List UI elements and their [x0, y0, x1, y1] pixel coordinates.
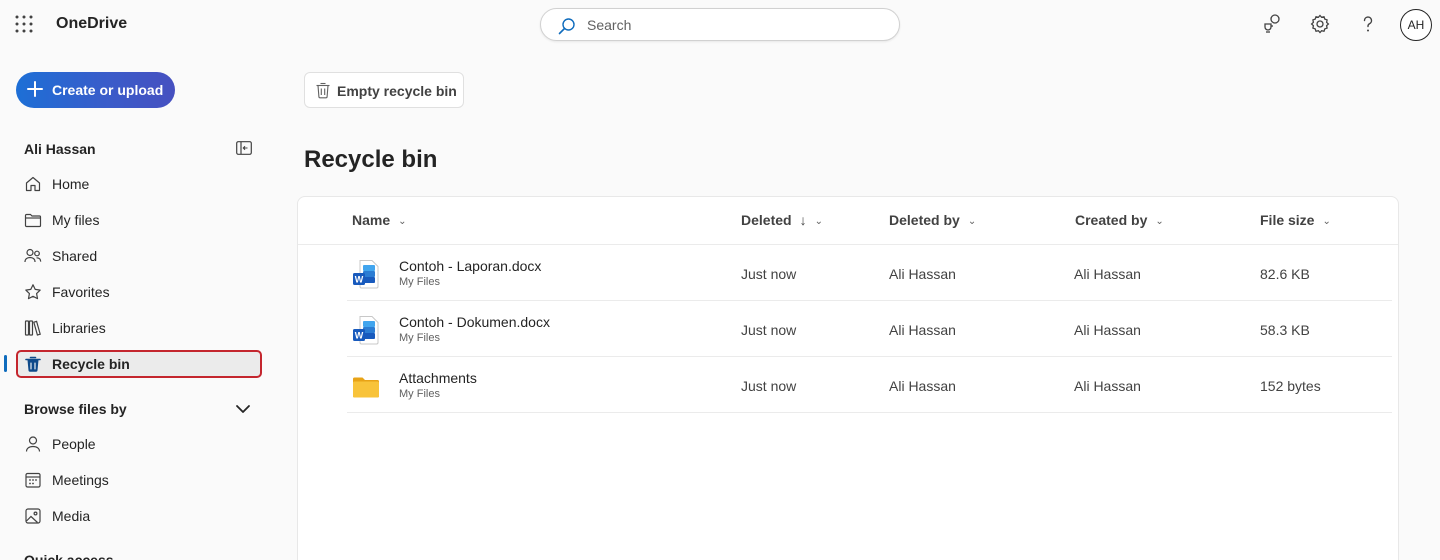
nav-item-meetings[interactable]: Meetings — [16, 466, 262, 494]
star-icon — [25, 284, 41, 300]
nav-item-libraries[interactable]: Libraries — [16, 314, 262, 342]
app-launcher-icon[interactable] — [15, 15, 33, 33]
help-icon[interactable] — [1356, 12, 1380, 36]
empty-recycle-bin-label: Empty recycle bin — [337, 83, 457, 99]
file-name[interactable]: Contoh - Laporan.docx — [399, 258, 541, 274]
folder-icon — [353, 377, 379, 398]
nav-item-shared[interactable]: Shared — [16, 242, 262, 270]
search-input[interactable] — [587, 15, 887, 35]
file-size-cell: 152 bytes — [1260, 378, 1321, 394]
chevron-down-icon[interactable] — [234, 402, 252, 416]
folder-icon — [24, 213, 42, 228]
nav-label: Home — [52, 176, 90, 192]
chevron-down-icon: ⌄ — [967, 216, 977, 227]
table-row[interactable]: W Contoh - Laporan.docx My Files Just no… — [347, 245, 1392, 301]
avatar[interactable]: AH — [1400, 9, 1432, 41]
search-box[interactable] — [540, 8, 900, 41]
deleted-cell: Just now — [741, 266, 797, 282]
deleted-cell: Just now — [741, 378, 797, 394]
empty-recycle-bin-button[interactable]: Empty recycle bin — [304, 72, 464, 108]
file-location: My Files — [399, 276, 440, 288]
browse-files-heading: Browse files by — [24, 401, 127, 417]
file-name[interactable]: Contoh - Dokumen.docx — [399, 314, 550, 330]
chevron-down-icon: ⌄ — [1155, 216, 1164, 227]
nav-label: Shared — [52, 248, 98, 264]
deleted-by-cell: Ali Hassan — [889, 378, 956, 394]
chevron-down-icon: ⌄ — [1322, 216, 1331, 227]
nav-label: Media — [52, 508, 91, 524]
people-icon — [24, 248, 42, 263]
column-header-name[interactable]: Name ⌄ — [352, 212, 407, 228]
libraries-icon — [24, 320, 41, 336]
nav-label: My files — [52, 212, 100, 228]
column-header-label: File size — [1260, 212, 1315, 228]
image-icon — [25, 508, 41, 524]
top-bar: OneDrive AH — [0, 0, 1440, 48]
page-title: Recycle bin — [304, 146, 438, 173]
nav-item-recycle-bin[interactable]: Recycle bin — [16, 350, 262, 378]
calendar-icon — [25, 472, 41, 488]
user-name-heading: Ali Hassan — [24, 141, 96, 157]
plus-icon — [27, 81, 43, 97]
home-icon — [25, 176, 41, 192]
collapse-pane-icon[interactable] — [236, 141, 252, 155]
nav-item-favorites[interactable]: Favorites — [16, 278, 262, 306]
quick-access-heading: Quick access — [24, 552, 114, 560]
app-title[interactable]: OneDrive — [56, 15, 127, 33]
nav-label: Libraries — [52, 320, 106, 336]
nav-item-my-files[interactable]: My files — [16, 206, 262, 234]
gear-icon[interactable] — [1308, 12, 1332, 36]
nav-label: People — [52, 436, 96, 452]
table-row[interactable]: Attachments My Files Just now Ali Hassan… — [347, 357, 1392, 413]
column-header-label: Deleted by — [889, 212, 960, 228]
column-header-label: Name — [352, 212, 391, 228]
nav-item-people[interactable]: People — [16, 430, 262, 458]
column-header-file-size[interactable]: File size ⌄ — [1260, 212, 1331, 228]
table-row[interactable]: W Contoh - Dokumen.docx My Files Just no… — [347, 301, 1392, 357]
file-name[interactable]: Attachments — [399, 370, 477, 386]
trash-icon — [316, 82, 330, 99]
file-location: My Files — [399, 388, 440, 400]
file-size-cell: 58.3 KB — [1260, 322, 1310, 338]
search-icon — [558, 18, 575, 35]
trash-icon — [25, 356, 41, 372]
file-size-cell: 82.6 KB — [1260, 266, 1310, 282]
column-header-label: Created by — [1075, 212, 1148, 228]
create-or-upload-button[interactable]: Create or upload — [16, 72, 175, 108]
nav-label: Favorites — [52, 284, 110, 300]
deleted-cell: Just now — [741, 322, 797, 338]
nav-label: Meetings — [52, 472, 109, 488]
nav-item-home[interactable]: Home — [16, 170, 262, 198]
created-by-cell: Ali Hassan — [1074, 322, 1141, 338]
word-document-icon: W — [353, 260, 379, 289]
deleted-by-cell: Ali Hassan — [889, 266, 956, 282]
person-icon — [25, 436, 41, 452]
sort-descending-icon: ↓ — [799, 212, 807, 228]
created-by-cell: Ali Hassan — [1074, 266, 1141, 282]
chevron-down-icon: ⌄ — [814, 216, 823, 227]
premium-diamond-icon[interactable] — [1260, 12, 1284, 36]
nav-label: Recycle bin — [52, 356, 130, 372]
file-location: My Files — [399, 332, 440, 344]
column-header-created-by[interactable]: Created by ⌄ — [1075, 212, 1164, 228]
column-header-label: Deleted — [741, 212, 792, 228]
word-document-icon: W — [353, 316, 379, 345]
selected-indicator — [4, 355, 7, 372]
svg-text:W: W — [355, 275, 364, 285]
column-header-deleted[interactable]: Deleted ↓ ⌄ — [741, 212, 823, 228]
deleted-by-cell: Ali Hassan — [889, 322, 956, 338]
recycle-bin-table: Name ⌄ Deleted ↓ ⌄ Deleted by ⌄ Created by ⌄ … — [297, 196, 1399, 560]
svg-text:W: W — [355, 331, 364, 341]
nav-item-media[interactable]: Media — [16, 502, 262, 530]
create-button-label: Create or upload — [52, 82, 164, 98]
chevron-down-icon: ⌄ — [398, 216, 407, 227]
column-header-deleted-by[interactable]: Deleted by ⌄ — [889, 212, 976, 228]
created-by-cell: Ali Hassan — [1074, 378, 1141, 394]
